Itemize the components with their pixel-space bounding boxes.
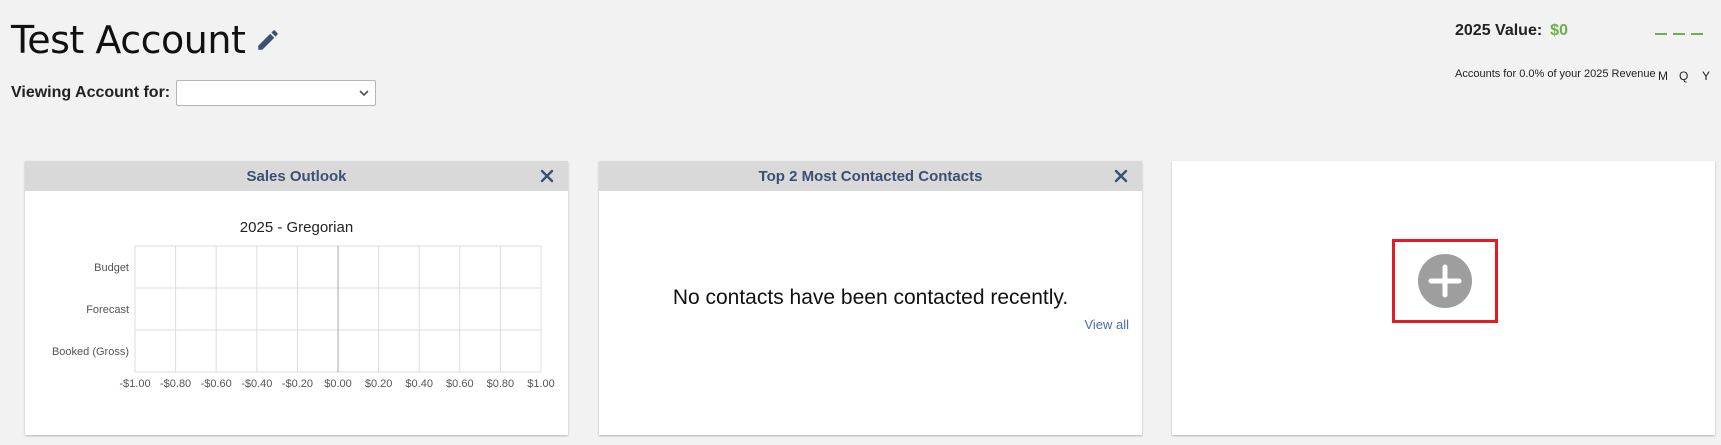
dash-1 — [1655, 33, 1667, 35]
viewing-account-row: Viewing Account for: — [11, 80, 377, 106]
empty-contacts-message: No contacts have been contacted recently… — [672, 286, 1069, 309]
year-value-label: 2025 Value: — [1455, 22, 1543, 39]
revenue-share-text: Accounts for 0.0% of your 2025 Revenue — [1455, 68, 1656, 80]
period-quarter-button[interactable]: Q — [1679, 69, 1688, 83]
sales-outlook-card: Sales Outlook 2025 - Gregorian -$1.00 -$0… — [25, 161, 568, 435]
chart-x-tick-label: $0.40 — [405, 378, 433, 390]
pencil-icon[interactable] — [255, 27, 281, 53]
chart-x-tick-label: $0.20 — [365, 378, 393, 390]
chart-x-tick-label: $0.00 — [324, 378, 352, 390]
chart-x-tick-label: $0.80 — [487, 378, 515, 390]
page-title: Test Account — [11, 18, 281, 62]
year-value-amount: $0 — [1550, 22, 1568, 39]
sales-outlook-chart: -$1.00 -$0.80 -$0.60 -$0.40 -$0.20 $0.00 $0.20… — [52, 245, 555, 390]
add-widget-card — [1172, 161, 1715, 435]
chart-x-tick-label: $1.00 — [527, 378, 555, 390]
period-month-button[interactable]: M — [1658, 69, 1668, 83]
plus-circle-icon — [1418, 254, 1472, 308]
sparkline-dashes — [1655, 24, 1703, 35]
add-widget-button[interactable] — [1392, 239, 1498, 323]
chart-category-label: Forecast — [86, 304, 129, 316]
chart-x-tick-label: -$0.60 — [201, 378, 232, 390]
year-value-panel: 2025 Value: $0 — [1455, 22, 1568, 40]
chart-x-tick-label: -$1.00 — [119, 378, 150, 390]
chart-category-label: Booked (Gross) — [52, 346, 129, 358]
top-contacts-header: Top 2 Most Contacted Contacts — [599, 161, 1142, 191]
period-year-button[interactable]: Y — [1702, 69, 1710, 83]
chart-x-tick-label: -$0.80 — [160, 378, 191, 390]
viewing-account-label: Viewing Account for: — [11, 84, 171, 101]
account-title: Test Account — [11, 18, 246, 62]
top-contacts-title: Top 2 Most Contacted Contacts — [758, 167, 983, 185]
view-all-link[interactable]: View all — [1084, 317, 1129, 332]
top-contacts-card: Top 2 Most Contacted Contacts No contact… — [599, 161, 1142, 435]
dash-3 — [1691, 33, 1703, 35]
dash-2 — [1673, 33, 1685, 35]
chevron-down-icon — [359, 89, 369, 96]
close-icon[interactable] — [1114, 169, 1128, 183]
viewing-account-select[interactable] — [176, 80, 377, 106]
chart-category-label: Budget — [94, 262, 129, 274]
chart-x-tick-label: -$0.20 — [282, 378, 313, 390]
chart-x-tick-label: $0.60 — [446, 378, 474, 390]
chart-x-tick-label: -$0.40 — [241, 378, 272, 390]
